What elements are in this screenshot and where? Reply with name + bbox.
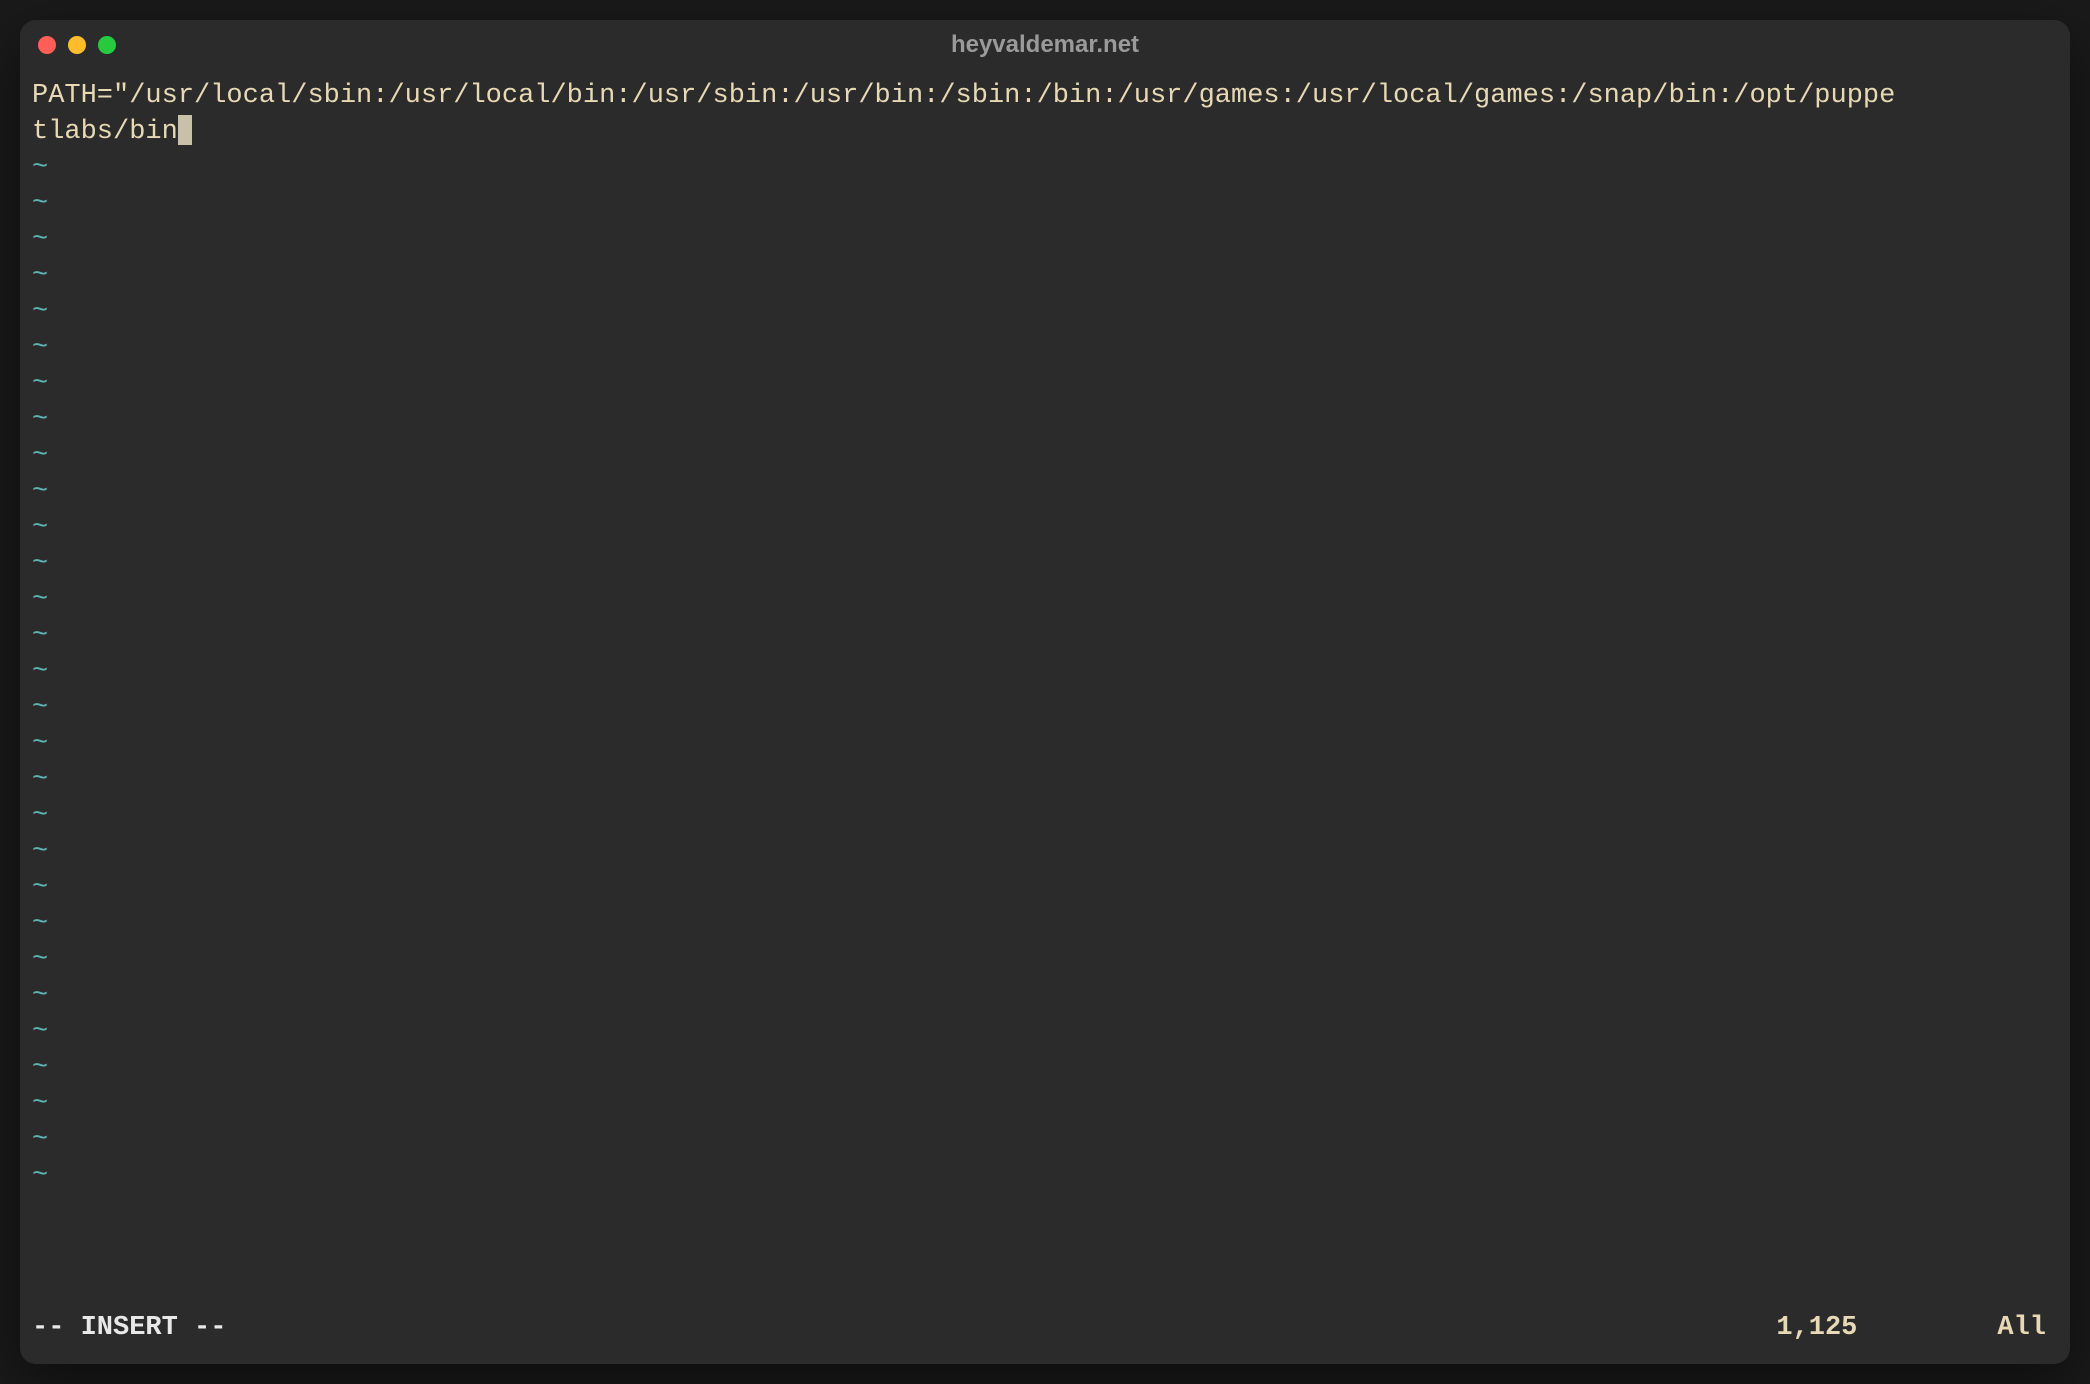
file-content[interactable]: PATH="/usr/local/sbin:/usr/local/bin:/us…	[32, 78, 2058, 150]
empty-line-tilde: ~	[32, 1122, 2058, 1158]
editor-content-area[interactable]: PATH="/usr/local/sbin:/usr/local/bin:/us…	[32, 78, 2058, 1306]
scroll-indicator: All	[1997, 1310, 2046, 1346]
editor-mode: -- INSERT --	[32, 1310, 226, 1346]
empty-line-tilde: ~	[32, 258, 2058, 294]
empty-line-tilde: ~	[32, 978, 2058, 1014]
empty-line-tilde: ~	[32, 474, 2058, 510]
empty-lines: ~~~~~~~~~~~~~~~~~~~~~~~~~~~~~	[32, 150, 2058, 1194]
minimize-window-button[interactable]	[68, 36, 86, 54]
close-window-button[interactable]	[38, 36, 56, 54]
terminal-window: heyvaldemar.net PATH="/usr/local/sbin:/u…	[20, 20, 2070, 1364]
empty-line-tilde: ~	[32, 330, 2058, 366]
empty-line-tilde: ~	[32, 546, 2058, 582]
empty-line-tilde: ~	[32, 294, 2058, 330]
empty-line-tilde: ~	[32, 1050, 2058, 1086]
empty-line-tilde: ~	[32, 618, 2058, 654]
empty-line-tilde: ~	[32, 690, 2058, 726]
window-title: heyvaldemar.net	[951, 31, 1139, 59]
empty-line-tilde: ~	[32, 222, 2058, 258]
cursor-icon	[178, 115, 192, 145]
empty-line-tilde: ~	[32, 726, 2058, 762]
empty-line-tilde: ~	[32, 186, 2058, 222]
content-text-line2: tlabs/bin	[32, 117, 178, 147]
empty-line-tilde: ~	[32, 762, 2058, 798]
status-right: 1,125 All	[1776, 1310, 2046, 1346]
terminal-body[interactable]: PATH="/usr/local/sbin:/usr/local/bin:/us…	[20, 70, 2070, 1364]
empty-line-tilde: ~	[32, 150, 2058, 186]
empty-line-tilde: ~	[32, 654, 2058, 690]
cursor-position: 1,125	[1776, 1310, 1857, 1346]
empty-line-tilde: ~	[32, 582, 2058, 618]
maximize-window-button[interactable]	[98, 36, 116, 54]
empty-line-tilde: ~	[32, 1086, 2058, 1122]
empty-line-tilde: ~	[32, 942, 2058, 978]
status-bar: -- INSERT -- 1,125 All	[32, 1306, 2058, 1356]
empty-line-tilde: ~	[32, 438, 2058, 474]
empty-line-tilde: ~	[32, 1014, 2058, 1050]
content-text-line1: PATH="/usr/local/sbin:/usr/local/bin:/us…	[32, 81, 1895, 111]
empty-line-tilde: ~	[32, 510, 2058, 546]
empty-line-tilde: ~	[32, 366, 2058, 402]
empty-line-tilde: ~	[32, 798, 2058, 834]
empty-line-tilde: ~	[32, 1158, 2058, 1194]
empty-line-tilde: ~	[32, 834, 2058, 870]
empty-line-tilde: ~	[32, 870, 2058, 906]
empty-line-tilde: ~	[32, 402, 2058, 438]
traffic-lights	[38, 36, 116, 54]
titlebar[interactable]: heyvaldemar.net	[20, 20, 2070, 70]
empty-line-tilde: ~	[32, 906, 2058, 942]
